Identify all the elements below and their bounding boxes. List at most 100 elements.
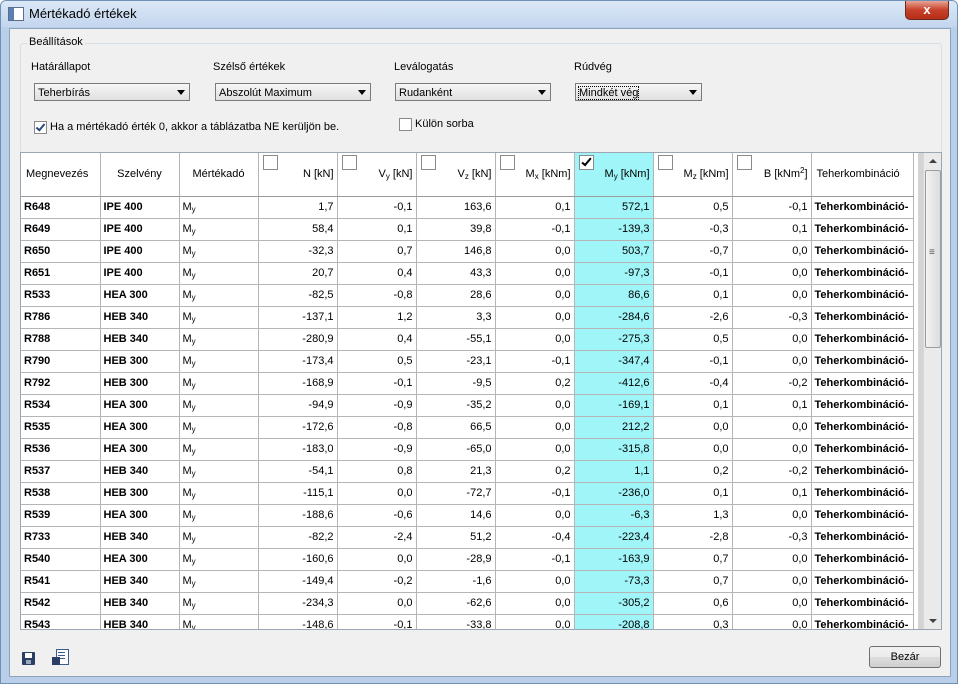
header-comb[interactable]: Teherkombináció <box>811 153 914 197</box>
table-cell-name[interactable]: R543 <box>21 614 101 629</box>
table-cell-gov[interactable]: My <box>179 482 259 505</box>
table-cell-mx[interactable]: 0,0 <box>495 570 575 593</box>
table-cell-sec[interactable]: HEB 300 <box>100 482 180 505</box>
table-row[interactable]: R541 HEB 340 My -149,4 -0,2 -1,6 0,0 -73,3 0,7 0,… <box>21 570 914 593</box>
table-cell-vy[interactable]: 0,1 <box>337 218 417 241</box>
table-cell-n[interactable]: -183,0 <box>258 438 338 461</box>
table-cell-gov[interactable]: My <box>179 504 259 527</box>
table-cell-b[interactable]: 0,0 <box>732 614 812 629</box>
szelso-combo[interactable]: Abszolút Maximum <box>215 83 371 101</box>
column-check-my[interactable] <box>578 155 594 170</box>
table-cell-n[interactable]: -280,9 <box>258 328 338 351</box>
table-cell-comb[interactable]: Teherkombináció- <box>811 526 914 549</box>
table-cell-name[interactable]: R649 <box>21 218 101 241</box>
table-cell-comb[interactable]: Teherkombináció- <box>811 570 914 593</box>
header-mx[interactable]: Mx [kNm] <box>495 153 575 197</box>
header-section[interactable]: Szelvény <box>100 153 180 197</box>
table-cell-my[interactable]: -6,3 <box>574 504 654 527</box>
table-cell-n[interactable]: -149,4 <box>258 570 338 593</box>
column-check-vy[interactable] <box>341 155 357 170</box>
table-cell-vy[interactable]: 0,7 <box>337 240 417 263</box>
table-cell-mz[interactable]: 0,1 <box>653 284 733 307</box>
table-cell-name[interactable]: R650 <box>21 240 101 263</box>
table-cell-sec[interactable]: HEA 300 <box>100 416 180 439</box>
table-cell-mx[interactable]: 0,2 <box>495 460 575 483</box>
column-check-n[interactable] <box>262 155 278 170</box>
table-row[interactable]: R542 HEB 340 My -234,3 0,0 -62,6 0,0 -305,2 0,6 0… <box>21 592 914 615</box>
table-cell-my[interactable]: -139,3 <box>574 218 654 241</box>
table-cell-mx[interactable]: -0,1 <box>495 350 575 373</box>
table-cell-n[interactable]: -82,5 <box>258 284 338 307</box>
title-bar[interactable]: Mértékadó értékek x <box>1 1 957 27</box>
table-cell-name[interactable]: R651 <box>21 262 101 285</box>
table-row[interactable]: R651 IPE 400 My 20,7 0,4 43,3 0,0 -97,3 -0,1 0,0 T… <box>21 262 914 285</box>
table-cell-n[interactable]: -148,6 <box>258 614 338 629</box>
table-cell-mx[interactable]: 0,0 <box>495 416 575 439</box>
table-cell-b[interactable]: 0,0 <box>732 262 812 285</box>
table-cell-vy[interactable]: -0,1 <box>337 372 417 395</box>
table-cell-name[interactable]: R536 <box>21 438 101 461</box>
table-cell-vz[interactable]: 146,8 <box>416 240 496 263</box>
table-cell-mx[interactable]: -0,1 <box>495 548 575 571</box>
column-check-b[interactable] <box>736 155 752 170</box>
table-cell-sec[interactable]: HEB 340 <box>100 570 180 593</box>
table-cell-sec[interactable]: IPE 400 <box>100 240 180 263</box>
table-cell-mz[interactable]: -0,7 <box>653 240 733 263</box>
table-cell-mx[interactable]: -0,1 <box>495 482 575 505</box>
table-cell-vz[interactable]: 39,8 <box>416 218 496 241</box>
table-cell-mz[interactable]: -0,3 <box>653 218 733 241</box>
table-cell-mx[interactable]: 0,0 <box>495 438 575 461</box>
table-cell-my[interactable]: -73,3 <box>574 570 654 593</box>
table-cell-name[interactable]: R541 <box>21 570 101 593</box>
table-cell-b[interactable]: -0,2 <box>732 460 812 483</box>
rudveg-combo[interactable]: Mindkét vég <box>575 83 702 101</box>
table-cell-sec[interactable]: HEB 340 <box>100 526 180 549</box>
hatarallapot-combo[interactable]: Teherbírás <box>34 83 190 101</box>
column-check-mx[interactable] <box>499 155 515 170</box>
table-cell-b[interactable]: -0,2 <box>732 372 812 395</box>
table-cell-comb[interactable]: Teherkombináció- <box>811 240 914 263</box>
table-cell-vy[interactable]: 0,4 <box>337 262 417 285</box>
table-cell-comb[interactable]: Teherkombináció- <box>811 614 914 629</box>
table-cell-vy[interactable]: 0,4 <box>337 328 417 351</box>
table-cell-mx[interactable]: 0,0 <box>495 328 575 351</box>
table-cell-comb[interactable]: Teherkombináció- <box>811 306 914 329</box>
table-row[interactable]: R535 HEA 300 My -172,6 -0,8 66,5 0,0 212,2 0,0 0,… <box>21 416 914 439</box>
window-close-button[interactable]: x <box>905 1 949 20</box>
table-cell-name[interactable]: R542 <box>21 592 101 615</box>
table-cell-n[interactable]: -173,4 <box>258 350 338 373</box>
table-cell-sec[interactable]: IPE 400 <box>100 262 180 285</box>
table-cell-mz[interactable]: 0,2 <box>653 460 733 483</box>
table-cell-gov[interactable]: My <box>179 416 259 439</box>
table-cell-my[interactable]: 503,7 <box>574 240 654 263</box>
table-cell-n[interactable]: 20,7 <box>258 262 338 285</box>
table-cell-vz[interactable]: 28,6 <box>416 284 496 307</box>
table-cell-b[interactable]: 0,1 <box>732 218 812 241</box>
table-cell-my[interactable]: -223,4 <box>574 526 654 549</box>
table-cell-sec[interactable]: HEB 340 <box>100 306 180 329</box>
table-cell-comb[interactable]: Teherkombináció- <box>811 196 914 219</box>
table-cell-b[interactable]: 0,0 <box>732 416 812 439</box>
table-cell-name[interactable]: R786 <box>21 306 101 329</box>
table-cell-sec[interactable]: HEA 300 <box>100 548 180 571</box>
table-cell-vz[interactable]: -72,7 <box>416 482 496 505</box>
table-cell-comb[interactable]: Teherkombináció- <box>811 416 914 439</box>
table-cell-mx[interactable]: 0,0 <box>495 306 575 329</box>
table-cell-mz[interactable]: 0,3 <box>653 614 733 629</box>
table-cell-b[interactable]: 0,1 <box>732 394 812 417</box>
table-cell-sec[interactable]: HEB 300 <box>100 350 180 373</box>
table-cell-vy[interactable]: -0,9 <box>337 394 417 417</box>
table-cell-n[interactable]: -82,2 <box>258 526 338 549</box>
table-cell-my[interactable]: -412,6 <box>574 372 654 395</box>
scroll-up-arrow-icon[interactable] <box>924 153 941 170</box>
table-cell-mx[interactable]: -0,1 <box>495 218 575 241</box>
table-row[interactable]: R650 IPE 400 My -32,3 0,7 146,8 0,0 503,7 -0,7 0,… <box>21 240 914 263</box>
table-cell-mx[interactable]: 0,0 <box>495 592 575 615</box>
table-cell-mz[interactable]: 0,5 <box>653 196 733 219</box>
table-cell-vy[interactable]: -0,2 <box>337 570 417 593</box>
table-cell-gov[interactable]: My <box>179 570 259 593</box>
table-cell-vz[interactable]: 51,2 <box>416 526 496 549</box>
kulon-sorba-checkbox[interactable] <box>399 118 412 131</box>
table-cell-comb[interactable]: Teherkombináció- <box>811 328 914 351</box>
table-cell-n[interactable]: -168,9 <box>258 372 338 395</box>
